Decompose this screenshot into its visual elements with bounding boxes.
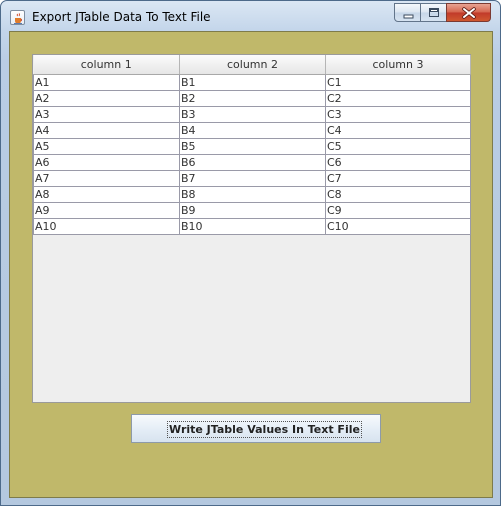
table-cell[interactable]: A7 [33,170,180,187]
column-header[interactable]: column 2 [179,55,326,75]
table-cell[interactable]: A8 [33,186,180,203]
minimize-icon [403,14,414,19]
table-cell[interactable]: C2 [325,90,471,107]
title-bar[interactable]: Export JTable Data To Text File [1,1,500,31]
table-cell[interactable]: A3 [33,106,180,123]
table-cell[interactable]: C10 [325,218,471,235]
table-cell[interactable]: C1 [325,74,471,91]
table-cell[interactable]: C3 [325,106,471,123]
table-row[interactable]: A10 B10 C10 [33,218,471,235]
content-panel: column 1 column 2 column 3 A1 B1 C1 A2 B… [9,31,493,498]
maximize-button[interactable] [420,3,447,22]
table-row[interactable]: A3 B3 C3 [33,106,471,123]
table-cell[interactable]: B10 [179,218,326,235]
table-row[interactable]: A8 B8 C8 [33,186,471,203]
write-button-label: Write JTable Values In Text File [167,421,362,438]
close-button[interactable] [446,3,491,22]
maximize-icon [429,8,439,17]
table-cell[interactable]: C6 [325,154,471,171]
table-row[interactable]: A1 B1 C1 [33,74,471,91]
close-icon [462,7,476,19]
table-cell[interactable]: B8 [179,186,326,203]
table-row[interactable]: A5 B5 C5 [33,138,471,155]
write-to-text-file-button[interactable]: Write JTable Values In Text File [131,414,381,443]
table-cell[interactable]: A2 [33,90,180,107]
table-cell[interactable]: A10 [33,218,180,235]
table-row[interactable]: A2 B2 C2 [33,90,471,107]
app-window: Export JTable Data To Text File column 1… [0,0,501,506]
table-cell[interactable]: C4 [325,122,471,139]
table-row[interactable]: A4 B4 C4 [33,122,471,139]
table-cell[interactable]: B4 [179,122,326,139]
table-row[interactable]: A9 B9 C9 [33,202,471,219]
table-cell[interactable]: C8 [325,186,471,203]
table-cell[interactable]: B5 [179,138,326,155]
table-cell[interactable]: B9 [179,202,326,219]
table-row[interactable]: A7 B7 C7 [33,170,471,187]
window-title: Export JTable Data To Text File [32,10,211,24]
table-cell[interactable]: B1 [179,74,326,91]
data-table[interactable]: column 1 column 2 column 3 A1 B1 C1 A2 B… [33,55,471,235]
column-header[interactable]: column 3 [325,55,471,75]
table-cell[interactable]: B6 [179,154,326,171]
table-cell[interactable]: A6 [33,154,180,171]
table-cell[interactable]: A4 [33,122,180,139]
table-scroll-pane[interactable]: column 1 column 2 column 3 A1 B1 C1 A2 B… [32,54,471,403]
table-cell[interactable]: A1 [33,74,180,91]
column-header[interactable]: column 1 [33,55,180,75]
table-cell[interactable]: A9 [33,202,180,219]
table-header-row: column 1 column 2 column 3 [33,55,471,75]
minimize-button[interactable] [394,3,421,22]
table-row[interactable]: A6 B6 C6 [33,154,471,171]
table-cell[interactable]: B3 [179,106,326,123]
table-cell[interactable]: B2 [179,90,326,107]
table-cell[interactable]: B7 [179,170,326,187]
java-cup-icon [10,10,25,25]
table-cell[interactable]: A5 [33,138,180,155]
table-cell[interactable]: C5 [325,138,471,155]
table-cell[interactable]: C9 [325,202,471,219]
table-cell[interactable]: C7 [325,170,471,187]
